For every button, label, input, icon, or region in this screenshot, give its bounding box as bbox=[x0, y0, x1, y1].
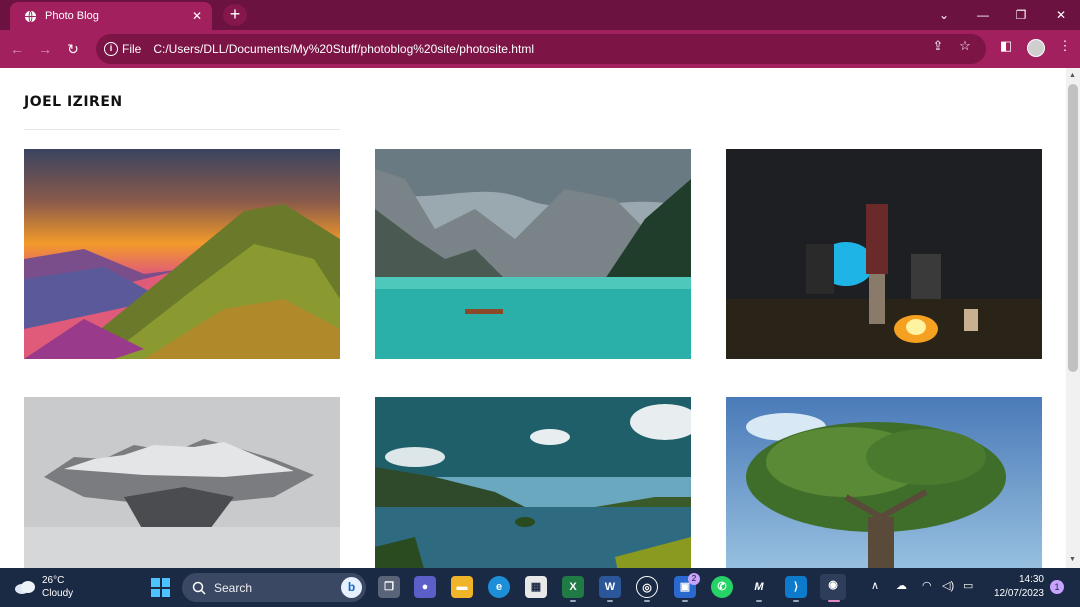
excel-running-indicator bbox=[570, 600, 576, 602]
profile-avatar[interactable] bbox=[1027, 39, 1045, 57]
bing-icon[interactable]: b bbox=[341, 577, 362, 598]
tab-photo-blog[interactable]: Photo Blog ✕ bbox=[10, 2, 212, 30]
window-close-icon[interactable]: ✕ bbox=[1042, 0, 1080, 30]
reload-icon[interactable]: ↻ bbox=[62, 38, 84, 60]
whatsapp-icon[interactable]: ✆ bbox=[711, 576, 733, 598]
vscode-running-indicator bbox=[793, 600, 799, 602]
scroll-down-icon[interactable]: ▼ bbox=[1069, 556, 1076, 563]
vscode-icon[interactable]: ⟩ bbox=[785, 576, 807, 598]
photo-tree[interactable] bbox=[726, 397, 1042, 568]
tab-title: Photo Blog bbox=[45, 10, 99, 22]
photo-snowy-peaks[interactable] bbox=[24, 397, 340, 568]
new-tab-button[interactable]: + bbox=[223, 4, 247, 26]
photo-campfire[interactable] bbox=[726, 149, 1042, 359]
volume-icon[interactable]: ◁) bbox=[942, 579, 954, 592]
share-icon[interactable]: ⇪ bbox=[928, 38, 948, 58]
file-explorer-icon[interactable]: ▬ bbox=[451, 576, 473, 598]
photo-mountain-sunset[interactable] bbox=[24, 149, 340, 359]
minimize-icon[interactable]: — bbox=[964, 0, 1002, 30]
chrome-active-indicator bbox=[828, 600, 840, 602]
forward-icon[interactable]: → bbox=[34, 38, 56, 60]
page-viewport: JOEL IZIREN bbox=[0, 68, 1066, 568]
cloud-icon bbox=[15, 581, 35, 594]
m-app-icon[interactable]: M bbox=[748, 576, 770, 598]
taskbar: 26°C Cloudy Search b ❐ ● ▬ e ▦ X W ◎ ▣ 2… bbox=[0, 568, 1080, 607]
search-label: Search bbox=[214, 580, 253, 595]
weather-widget[interactable]: 26°C Cloudy bbox=[14, 574, 73, 600]
info-icon[interactable]: i bbox=[104, 42, 118, 56]
clock-time: 14:30 bbox=[1018, 574, 1044, 585]
m-app-running-indicator bbox=[756, 600, 762, 602]
search-icon bbox=[192, 581, 206, 595]
battery-icon[interactable]: ▭ bbox=[963, 579, 973, 592]
word-running-indicator bbox=[607, 600, 613, 602]
wifi-icon[interactable]: ◠ bbox=[922, 579, 932, 592]
menu-icon[interactable]: ⋮ bbox=[1055, 38, 1075, 58]
system-clock[interactable]: 14:30 12/07/2023 bbox=[990, 573, 1044, 601]
task-view-icon[interactable]: ❐ bbox=[378, 576, 400, 598]
url-text[interactable]: C:/Users/DLL/Documents/My%20Stuff/photob… bbox=[153, 42, 986, 56]
photo-lake-island[interactable] bbox=[375, 397, 691, 568]
close-icon[interactable]: ✕ bbox=[192, 9, 202, 23]
scheme-label: File bbox=[122, 42, 142, 56]
chevron-down-icon[interactable]: ⌄ bbox=[925, 0, 963, 30]
word-icon[interactable]: W bbox=[599, 576, 621, 598]
restore-icon[interactable]: ❐ bbox=[1002, 0, 1040, 30]
edge-browser-icon[interactable]: e bbox=[488, 576, 510, 598]
scroll-up-icon[interactable]: ▲ bbox=[1069, 72, 1076, 79]
browser-toolbar: ← → ↻ i File C:/Users/DLL/Documents/My%2… bbox=[0, 30, 1080, 68]
star-icon[interactable]: ☆ bbox=[955, 38, 975, 58]
windows-start-icon[interactable] bbox=[151, 578, 170, 597]
chrome-icon[interactable]: ◉ bbox=[820, 574, 846, 600]
chevron-up-icon[interactable]: ∧ bbox=[871, 579, 879, 592]
chatgpt-running-indicator bbox=[644, 600, 650, 602]
photo-lake-mountains[interactable] bbox=[375, 149, 691, 359]
title-divider bbox=[24, 129, 340, 130]
notification-badge[interactable]: 1 bbox=[1050, 580, 1064, 594]
onedrive-icon[interactable]: ☁ bbox=[896, 579, 907, 592]
sidepanel-icon[interactable]: ◧ bbox=[996, 38, 1016, 58]
weather-temp: 26°C bbox=[42, 575, 65, 586]
teams-chat-icon[interactable]: ● bbox=[414, 576, 436, 598]
chat-badge: 2 bbox=[688, 573, 700, 585]
weather-condition: Cloudy bbox=[42, 588, 74, 599]
globe-icon bbox=[24, 10, 37, 22]
clock-date: 12/07/2023 bbox=[993, 588, 1044, 599]
back-icon[interactable]: ← bbox=[6, 38, 28, 60]
site-title: JOEL IZIREN bbox=[24, 94, 123, 110]
chat-running-indicator bbox=[682, 600, 688, 602]
tab-strip: Photo Blog ✕ + ⌄ — ❐ ✕ bbox=[0, 0, 1080, 30]
taskbar-search[interactable]: Search b bbox=[182, 573, 366, 602]
scrollbar-thumb[interactable] bbox=[1068, 84, 1078, 372]
microsoft-store-icon[interactable]: ▦ bbox=[525, 576, 547, 598]
chatgpt-icon[interactable]: ◎ bbox=[636, 576, 658, 598]
address-bar[interactable]: i File C:/Users/DLL/Documents/My%20Stuff… bbox=[96, 34, 986, 64]
excel-icon[interactable]: X bbox=[562, 576, 584, 598]
